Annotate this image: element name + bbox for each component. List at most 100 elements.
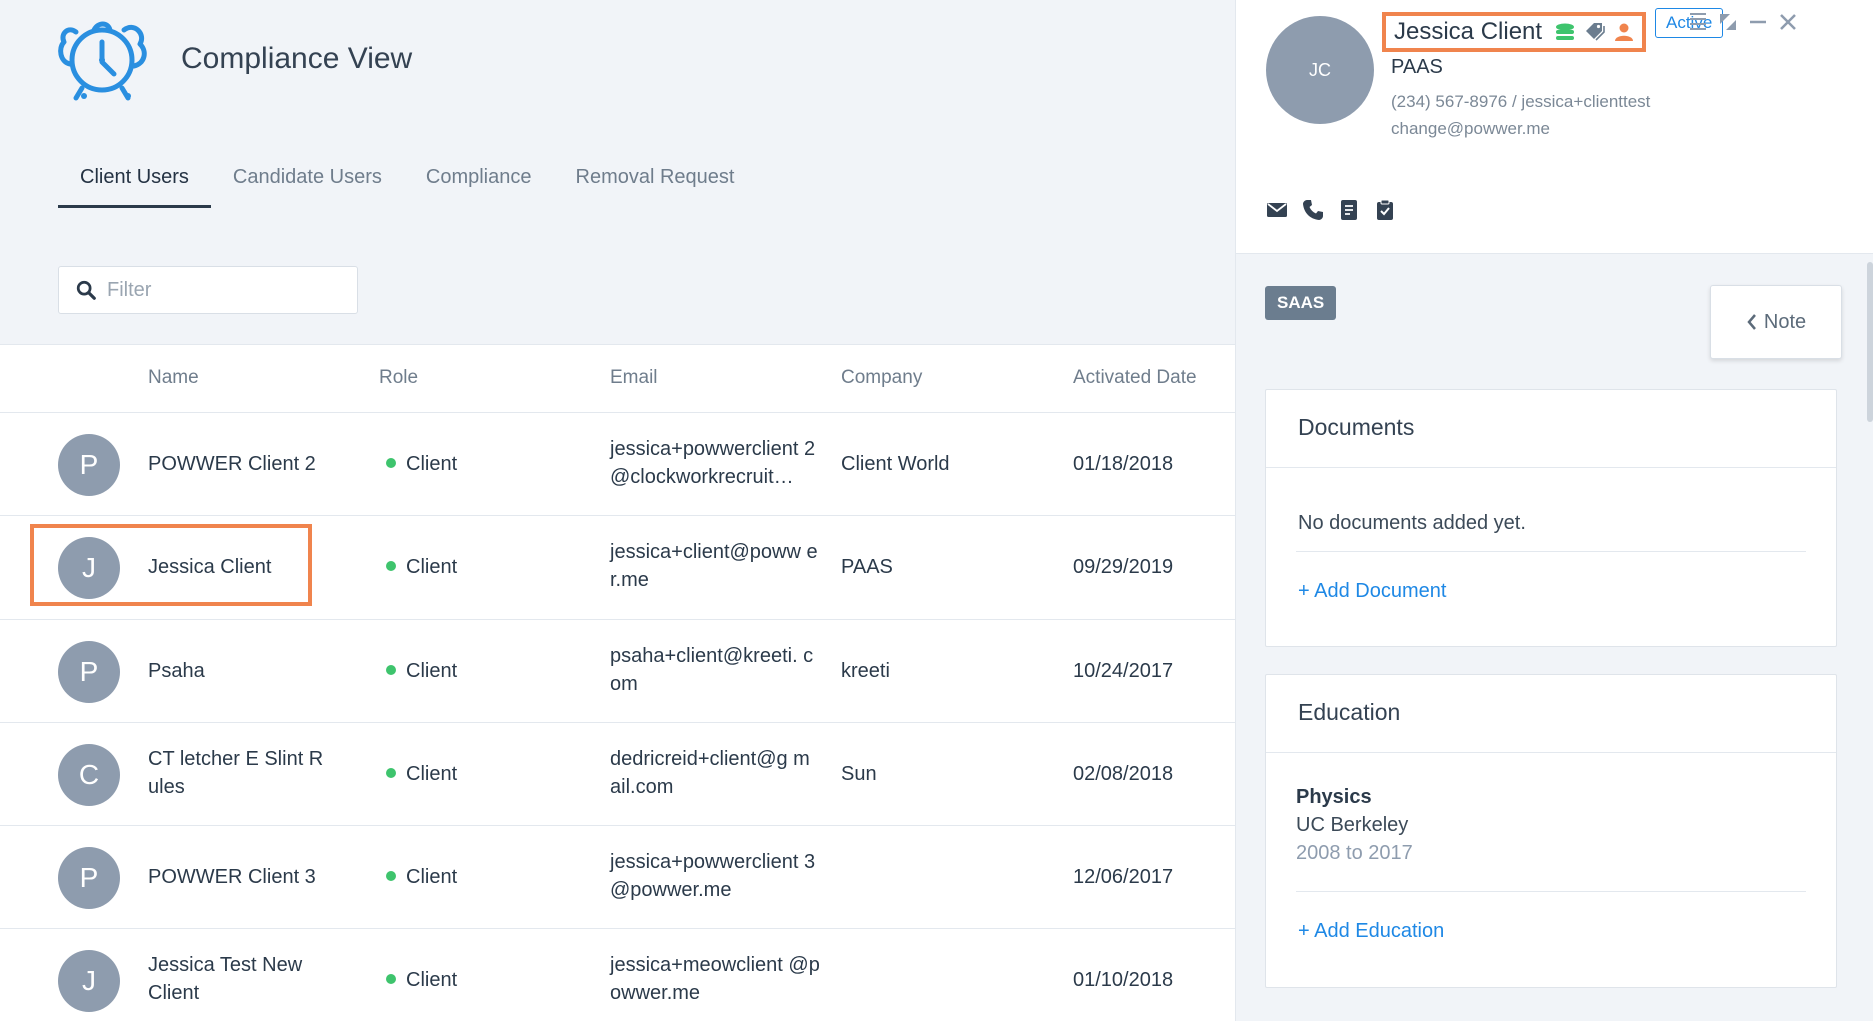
row-email: jessica+powwerclient 3@powwer.me	[610, 851, 816, 901]
tab-candidate-users[interactable]: Candidate Users	[211, 160, 404, 208]
table-row[interactable]: C CT letcher E Slint R ules Client dedri…	[0, 723, 1235, 826]
education-card: Education Physics UC Berkeley 2008 to 20…	[1265, 674, 1837, 988]
row-activated-date: 10/24/2017	[1073, 660, 1174, 682]
active-status-dot	[386, 767, 396, 778]
table-row[interactable]: P POWWER Client 3 Client jessica+powwerc…	[0, 826, 1235, 929]
phone-icon[interactable]	[1301, 198, 1325, 222]
profile-contact: (234) 567-8976 / jessica+clienttestchang…	[1391, 92, 1651, 138]
tab-compliance[interactable]: Compliance	[404, 160, 554, 208]
list-header-area: Compliance View Client Users Candidate U…	[0, 0, 1235, 345]
education-title: Education	[1266, 675, 1836, 753]
profile-header: JC Jessica Client Active PAAS (234) 567-…	[1236, 0, 1873, 254]
active-status-dot	[386, 457, 396, 468]
row-activated-date: 09/29/2019	[1073, 556, 1174, 578]
row-role: Client	[386, 450, 457, 478]
row-activated-date: 01/10/2018	[1073, 969, 1174, 991]
row-role-label: Client	[406, 969, 458, 991]
active-status-dot	[386, 973, 396, 984]
row-name: Jessica Test New Client	[148, 954, 303, 1004]
avatar: P	[58, 641, 120, 703]
table-row[interactable]: P Psaha Client psaha+client@kreeti. com …	[0, 620, 1235, 723]
education-school: UC Berkeley	[1296, 814, 1409, 836]
filter-box	[58, 266, 358, 314]
active-status-dot	[386, 560, 396, 571]
clipboard-check-icon[interactable]	[1373, 198, 1397, 222]
avatar: C	[58, 744, 120, 806]
minimize-icon[interactable]	[1746, 10, 1770, 34]
add-document-link[interactable]: + Add Document	[1296, 580, 1446, 603]
table-header: Name Role Email Company Activated Date	[0, 345, 1235, 413]
row-role: Client	[386, 553, 457, 581]
row-name: CT letcher E Slint R ules	[148, 748, 324, 798]
contact-actions	[1265, 198, 1397, 222]
column-header-email[interactable]: Email	[610, 367, 658, 389]
row-activated-date: 01/18/2018	[1073, 453, 1174, 475]
documents-empty-text: No documents added yet.	[1296, 468, 1806, 552]
active-status-dot	[386, 870, 396, 881]
page-title: Compliance View	[181, 42, 413, 75]
filter-input[interactable]	[107, 278, 327, 302]
documents-title: Documents	[1266, 390, 1836, 468]
person-icon[interactable]	[1614, 22, 1634, 42]
column-header-name[interactable]: Name	[148, 367, 199, 389]
chevron-left-icon	[1747, 314, 1756, 330]
row-email: jessica+meowclient @powwer.me	[610, 954, 820, 1004]
row-role: Client	[386, 863, 457, 891]
row-name: Jessica Client	[148, 556, 272, 578]
row-name: POWWER Client 2	[148, 453, 316, 475]
education-entry: Physics UC Berkeley 2008 to 2017	[1296, 753, 1806, 892]
tab-bar: Client Users Candidate Users Compliance …	[58, 160, 756, 208]
client-list-pane: Compliance View Client Users Candidate U…	[0, 0, 1235, 1021]
alarm-clock-logo-icon	[58, 21, 147, 101]
profile-name-highlight: Jessica Client	[1382, 12, 1647, 52]
avatar: J	[58, 537, 120, 599]
row-email: jessica+powwerclient 2@clockworkrecruit…	[610, 438, 816, 488]
row-role: Client	[386, 657, 457, 685]
email-icon[interactable]	[1265, 198, 1289, 222]
avatar: J	[58, 950, 120, 1012]
row-role-label: Client	[406, 763, 458, 785]
active-status-dot	[386, 664, 396, 675]
tab-client-users[interactable]: Client Users	[58, 160, 211, 208]
row-company: Sun	[841, 763, 877, 785]
note-label: Note	[1763, 310, 1807, 333]
minimize-to-corner-icon[interactable]	[1716, 10, 1740, 34]
scrollbar[interactable]	[1867, 262, 1873, 422]
row-role-label: Client	[406, 556, 458, 578]
column-header-company[interactable]: Company	[841, 367, 922, 389]
row-email: dedricreid+client@g mail.com	[610, 748, 810, 798]
table-row-selected[interactable]: J Jessica Client Client jessica+client@p…	[0, 516, 1235, 620]
close-icon[interactable]	[1776, 10, 1800, 34]
profile-name: Jessica Client	[1394, 18, 1543, 45]
row-name: POWWER Client 3	[148, 866, 316, 888]
stack-icon[interactable]	[1554, 22, 1576, 42]
note-button[interactable]: Note	[1710, 285, 1842, 359]
avatar: P	[58, 434, 120, 496]
document-icon[interactable]	[1337, 198, 1361, 222]
profile-avatar: JC	[1266, 16, 1374, 124]
row-role-label: Client	[406, 866, 458, 888]
row-role: Client	[386, 966, 457, 994]
row-name: Psaha	[148, 660, 205, 682]
tags-icon[interactable]	[1584, 22, 1606, 42]
add-education-link[interactable]: + Add Education	[1296, 920, 1444, 943]
menu-lines-icon[interactable]	[1686, 10, 1710, 34]
row-role-label: Client	[406, 453, 458, 475]
client-users-table: Name Role Email Company Activated Date P…	[0, 345, 1235, 1021]
search-icon	[76, 280, 96, 300]
row-role-label: Client	[406, 660, 458, 682]
row-activated-date: 12/06/2017	[1073, 866, 1174, 888]
table-row[interactable]: P POWWER Client 2 Client jessica+powwerc…	[0, 413, 1235, 516]
row-email: jessica+client@poww er.me	[610, 541, 818, 591]
tab-removal-request[interactable]: Removal Request	[554, 160, 757, 208]
column-header-role[interactable]: Role	[379, 367, 418, 389]
row-company: PAAS	[841, 556, 893, 578]
education-years: 2008 to 2017	[1296, 842, 1413, 864]
column-header-activated-date[interactable]: Activated Date	[1073, 367, 1197, 389]
table-row[interactable]: J Jessica Test New Client Client jessica…	[0, 929, 1235, 1021]
avatar: P	[58, 847, 120, 909]
education-field: Physics	[1296, 786, 1372, 808]
profile-detail-pane: JC Jessica Client Active PAAS (234) 567-…	[1235, 0, 1873, 1021]
row-role: Client	[386, 760, 457, 788]
row-activated-date: 02/08/2018	[1073, 763, 1174, 785]
